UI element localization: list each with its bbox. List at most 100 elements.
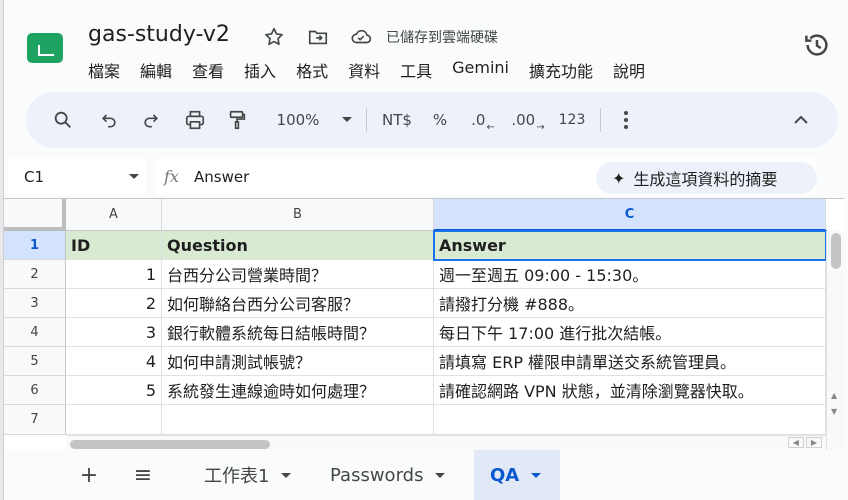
add-sheet-button[interactable]: + [74, 450, 104, 500]
row-header-3[interactable]: 3 [4, 289, 66, 318]
paint-format-icon[interactable] [222, 92, 252, 148]
collapse-toolbar-icon[interactable] [786, 92, 816, 148]
sheet-tab-label: 工作表1 [204, 466, 270, 487]
gemini-summary-button[interactable]: ✦ 生成這項資料的摘要 [596, 162, 817, 194]
cell-c5[interactable]: 請填寫 ERP 權限申請單送交系統管理員。 [434, 347, 826, 376]
scroll-left-icon[interactable]: ◀ [787, 437, 804, 448]
scroll-up-icon[interactable]: ▲ [831, 391, 837, 400]
cloud-saved-icon[interactable] [349, 25, 373, 49]
formula-content: Answer [194, 168, 250, 186]
column-header-a[interactable]: A [66, 199, 162, 231]
fx-icon: fx [164, 167, 179, 186]
cell-c2[interactable]: 週一至週五 09:00 - 15:30。 [434, 260, 826, 289]
print-icon[interactable] [180, 92, 210, 148]
row-header-7[interactable]: 7 [4, 405, 66, 435]
row-header-5[interactable]: 5 [4, 347, 66, 376]
arrow-right-icon: → [536, 121, 545, 133]
row-header-1[interactable]: 1 [4, 231, 66, 260]
row-header-2[interactable]: 2 [4, 260, 66, 289]
cell-reference: C1 [24, 168, 45, 186]
star-icon[interactable] [262, 25, 286, 49]
menu-extensions[interactable]: 擴充功能 [529, 58, 593, 82]
search-menus-icon[interactable] [48, 92, 78, 148]
undo-icon[interactable] [94, 92, 124, 148]
increase-decimal-button[interactable]: .00 → [508, 92, 548, 148]
vertical-scroll-thumb[interactable] [831, 233, 841, 269]
gemini-summary-label: 生成這項資料的摘要 [633, 170, 778, 189]
cell-a3[interactable]: 2 [66, 289, 162, 318]
row-header-4[interactable]: 4 [4, 318, 66, 347]
arrow-left-icon: ← [486, 121, 495, 133]
increase-decimal-label: .00 [511, 111, 536, 129]
sheet-tab-label: Passwords [330, 464, 424, 486]
cell-c4[interactable]: 每日下午 17:00 進行批次結帳。 [434, 318, 826, 347]
cell-a5[interactable]: 4 [66, 347, 162, 376]
cell-c7[interactable] [434, 405, 826, 435]
horizontal-scroll-arrows: ◀ ▶ [787, 437, 822, 448]
sheet-tab-bar: + ≡ 工作表1 Passwords QA [4, 450, 844, 500]
decrease-decimal-button[interactable]: .0 ← [466, 92, 500, 148]
select-all-corner[interactable] [4, 199, 66, 231]
menu-tools[interactable]: 工具 [400, 58, 432, 82]
move-folder-icon[interactable] [306, 25, 330, 49]
decrease-decimal-label: .0 [471, 111, 486, 129]
name-box[interactable]: C1 [8, 158, 146, 196]
cell-b6[interactable]: 系統發生連線逾時如何處理？ [162, 376, 434, 405]
cell-b5[interactable]: 如何申請測試帳號？ [162, 347, 434, 376]
menu-gemini[interactable]: Gemini [452, 58, 509, 82]
menu-edit[interactable]: 編輯 [140, 58, 172, 82]
all-sheets-button[interactable]: ≡ [128, 450, 158, 500]
sheets-logo[interactable] [27, 33, 63, 63]
horizontal-scrollbar[interactable]: ◀ ▶ [66, 435, 826, 450]
vertical-scrollbar[interactable]: ▲ ▼ [826, 231, 844, 450]
version-history-icon[interactable] [800, 28, 834, 62]
horizontal-scroll-thumb[interactable] [70, 440, 270, 449]
menu-format[interactable]: 格式 [296, 58, 328, 82]
menu-file[interactable]: 檔案 [88, 58, 120, 82]
menu-data[interactable]: 資料 [348, 58, 380, 82]
column-header-c[interactable]: C [434, 199, 826, 231]
cell-a1[interactable]: ID [66, 231, 162, 260]
sheet-tab-passwords[interactable]: Passwords [318, 450, 457, 500]
chevron-down-icon[interactable] [435, 472, 446, 478]
cell-b2[interactable]: 台西分公司營業時間？ [162, 260, 434, 289]
zoom-select[interactable]: 100% [266, 92, 330, 148]
more-options-icon[interactable] [612, 92, 640, 148]
cell-c1[interactable]: Answer [434, 231, 826, 260]
sheet-tab-1[interactable]: 工作表1 [192, 450, 303, 500]
zoom-caret-icon[interactable] [340, 92, 354, 148]
cell-b3[interactable]: 如何聯絡台西分公司客服？ [162, 289, 434, 318]
currency-format-button[interactable]: NT$ [376, 92, 418, 148]
cell-c3[interactable]: 請撥打分機 #888。 [434, 289, 826, 318]
chevron-down-icon[interactable] [281, 472, 292, 478]
cell-a7[interactable] [66, 405, 162, 435]
menu-insert[interactable]: 插入 [244, 58, 276, 82]
toolbar-divider [366, 108, 367, 132]
chevron-down-icon[interactable] [129, 174, 139, 179]
chevron-down-icon[interactable] [531, 472, 542, 478]
toolbar: 100% NT$ % .0 ← .00 → 123 [26, 92, 838, 148]
sparkle-icon: ✦ [612, 168, 626, 188]
menu-bar: 檔案 編輯 查看 插入 格式 資料 工具 Gemini 擴充功能 說明 [88, 58, 665, 82]
scroll-right-icon[interactable]: ▶ [805, 437, 822, 448]
cell-b4[interactable]: 銀行軟體系統每日結帳時間？ [162, 318, 434, 347]
cell-c6[interactable]: 請確認網路 VPN 狀態，並清除瀏覽器快取。 [434, 376, 826, 405]
cell-b7[interactable] [162, 405, 434, 435]
sheet-tab-label: QA [490, 464, 520, 486]
menu-help[interactable]: 說明 [613, 58, 645, 82]
spreadsheet-grid: A B C 1 2 3 4 5 6 7 ID Question Answer 1… [4, 198, 844, 450]
document-title[interactable]: gas-study-v2 [88, 22, 230, 47]
toolbar-divider [600, 108, 601, 132]
menu-view[interactable]: 查看 [192, 58, 224, 82]
more-formats-button[interactable]: 123 [554, 92, 590, 148]
cell-a6[interactable]: 5 [66, 376, 162, 405]
sheet-tab-qa[interactable]: QA [474, 450, 560, 500]
column-header-b[interactable]: B [162, 199, 434, 231]
cell-b1[interactable]: Question [162, 231, 434, 260]
cell-a2[interactable]: 1 [66, 260, 162, 289]
scroll-down-icon[interactable]: ▼ [831, 407, 837, 416]
redo-icon[interactable] [136, 92, 166, 148]
percent-format-button[interactable]: % [426, 92, 454, 148]
row-header-6[interactable]: 6 [4, 376, 66, 405]
cell-a4[interactable]: 3 [66, 318, 162, 347]
